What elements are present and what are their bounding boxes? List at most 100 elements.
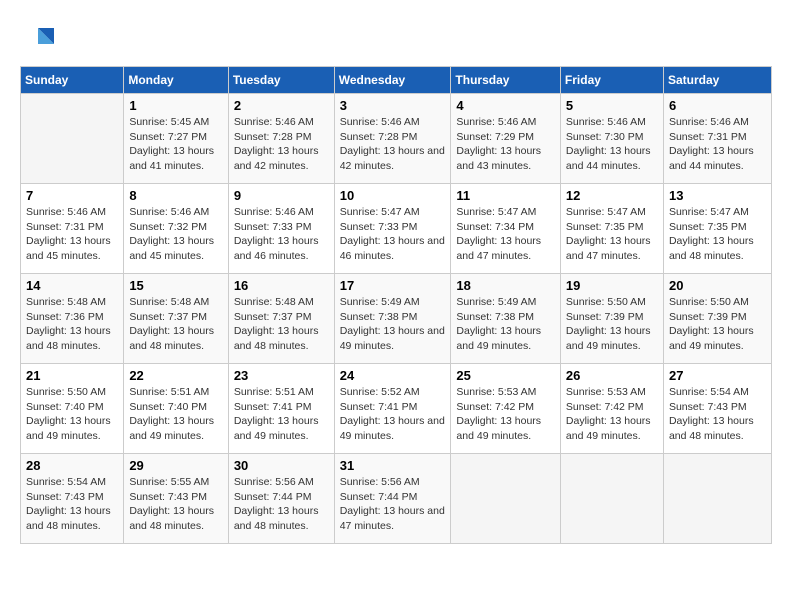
- day-number: 22: [129, 368, 222, 383]
- calendar-cell: 4Sunrise: 5:46 AMSunset: 7:29 PMDaylight…: [451, 94, 561, 184]
- day-number: 19: [566, 278, 658, 293]
- cell-content: Sunrise: 5:46 AMSunset: 7:29 PMDaylight:…: [456, 115, 555, 174]
- cell-content: Sunrise: 5:55 AMSunset: 7:43 PMDaylight:…: [129, 475, 222, 534]
- calendar-cell: 24 Sunrise: 5:52 AMSunset: 7:41 PMDayligh…: [334, 364, 451, 454]
- calendar-cell: 18 Sunrise: 5:49 AMSunset: 7:38 PMDayligh…: [451, 274, 561, 364]
- weekday-header-row: SundayMondayTuesdayWednesdayThursdayFrid…: [21, 67, 772, 94]
- cell-content: Sunrise: 5:53 AMSunset: 7:42 PMDaylight:…: [456, 385, 555, 444]
- day-number: 7: [26, 188, 118, 203]
- weekday-header-friday: Friday: [560, 67, 663, 94]
- day-number: 10: [340, 188, 446, 203]
- cell-content: Sunrise: 5:46 AMSunset: 7:31 PMDaylight:…: [26, 205, 118, 264]
- calendar-cell: [451, 454, 561, 544]
- cell-content: Sunrise: 5:56 AMSunset: 7:44 PMDaylight:…: [340, 475, 446, 534]
- cell-content: Sunrise: 5:50 AMSunset: 7:39 PMDaylight:…: [566, 295, 658, 354]
- day-number: 1: [129, 98, 222, 113]
- logo-icon: [24, 20, 60, 56]
- day-number: 24: [340, 368, 446, 383]
- calendar-cell: 16 Sunrise: 5:48 AMSunset: 7:37 PMDayligh…: [228, 274, 334, 364]
- logo: [20, 20, 60, 56]
- day-number: 17: [340, 278, 446, 293]
- cell-content: Sunrise: 5:56 AMSunset: 7:44 PMDaylight:…: [234, 475, 329, 534]
- calendar-cell: 29Sunrise: 5:55 AMSunset: 7:43 PMDayligh…: [124, 454, 228, 544]
- day-number: 12: [566, 188, 658, 203]
- day-number: 21: [26, 368, 118, 383]
- calendar-table: SundayMondayTuesdayWednesdayThursdayFrid…: [20, 66, 772, 544]
- weekday-header-monday: Monday: [124, 67, 228, 94]
- calendar-cell: 23Sunrise: 5:51 AMSunset: 7:41 PMDayligh…: [228, 364, 334, 454]
- calendar-cell: 12 Sunrise: 5:47 AMSunset: 7:35 PMDayligh…: [560, 184, 663, 274]
- day-number: 5: [566, 98, 658, 113]
- day-number: 6: [669, 98, 766, 113]
- cell-content: Sunrise: 5:46 AMSunset: 7:30 PMDaylight:…: [566, 115, 658, 174]
- cell-content: Sunrise: 5:51 AMSunset: 7:40 PMDaylight:…: [129, 385, 222, 444]
- calendar-cell: 7 Sunrise: 5:46 AMSunset: 7:31 PMDaylight…: [21, 184, 124, 274]
- cell-content: Sunrise: 5:47 AMSunset: 7:35 PMDaylight:…: [566, 205, 658, 264]
- day-number: 18: [456, 278, 555, 293]
- day-number: 28: [26, 458, 118, 473]
- day-number: 3: [340, 98, 446, 113]
- calendar-cell: 22 Sunrise: 5:51 AMSunset: 7:40 PMDayligh…: [124, 364, 228, 454]
- calendar-week-row: 1 Sunrise: 5:45 AMSunset: 7:27 PMDaylight…: [21, 94, 772, 184]
- cell-content: Sunrise: 5:54 AMSunset: 7:43 PMDaylight:…: [26, 475, 118, 534]
- calendar-cell: 28 Sunrise: 5:54 AMSunset: 7:43 PMDayligh…: [21, 454, 124, 544]
- day-number: 2: [234, 98, 329, 113]
- calendar-cell: 11Sunrise: 5:47 AMSunset: 7:34 PMDayligh…: [451, 184, 561, 274]
- weekday-header-thursday: Thursday: [451, 67, 561, 94]
- calendar-cell: 3 Sunrise: 5:46 AMSunset: 7:28 PMDaylight…: [334, 94, 451, 184]
- cell-content: Sunrise: 5:50 AMSunset: 7:39 PMDaylight:…: [669, 295, 766, 354]
- day-number: 25: [456, 368, 555, 383]
- day-number: 14: [26, 278, 118, 293]
- calendar-cell: 13Sunrise: 5:47 AMSunset: 7:35 PMDayligh…: [663, 184, 771, 274]
- calendar-cell: [21, 94, 124, 184]
- calendar-cell: 30 Sunrise: 5:56 AMSunset: 7:44 PMDayligh…: [228, 454, 334, 544]
- cell-content: Sunrise: 5:49 AMSunset: 7:38 PMDaylight:…: [456, 295, 555, 354]
- cell-content: Sunrise: 5:45 AMSunset: 7:27 PMDaylight:…: [129, 115, 222, 174]
- weekday-header-sunday: Sunday: [21, 67, 124, 94]
- calendar-cell: 27Sunrise: 5:54 AMSunset: 7:43 PMDayligh…: [663, 364, 771, 454]
- cell-content: Sunrise: 5:50 AMSunset: 7:40 PMDaylight:…: [26, 385, 118, 444]
- weekday-header-tuesday: Tuesday: [228, 67, 334, 94]
- cell-content: Sunrise: 5:51 AMSunset: 7:41 PMDaylight:…: [234, 385, 329, 444]
- calendar-cell: 25 Sunrise: 5:53 AMSunset: 7:42 PMDayligh…: [451, 364, 561, 454]
- day-number: 30: [234, 458, 329, 473]
- calendar-cell: [663, 454, 771, 544]
- day-number: 16: [234, 278, 329, 293]
- day-number: 15: [129, 278, 222, 293]
- day-number: 11: [456, 188, 555, 203]
- cell-content: Sunrise: 5:46 AMSunset: 7:28 PMDaylight:…: [340, 115, 446, 174]
- calendar-week-row: 28 Sunrise: 5:54 AMSunset: 7:43 PMDayligh…: [21, 454, 772, 544]
- calendar-week-row: 14 Sunrise: 5:48 AMSunset: 7:36 PMDayligh…: [21, 274, 772, 364]
- calendar-cell: 1 Sunrise: 5:45 AMSunset: 7:27 PMDaylight…: [124, 94, 228, 184]
- calendar-cell: [560, 454, 663, 544]
- calendar-cell: 9 Sunrise: 5:46 AMSunset: 7:33 PMDaylight…: [228, 184, 334, 274]
- calendar-cell: 5 Sunrise: 5:46 AMSunset: 7:30 PMDaylight…: [560, 94, 663, 184]
- cell-content: Sunrise: 5:47 AMSunset: 7:33 PMDaylight:…: [340, 205, 446, 264]
- calendar-cell: 20 Sunrise: 5:50 AMSunset: 7:39 PMDayligh…: [663, 274, 771, 364]
- calendar-cell: 15 Sunrise: 5:48 AMSunset: 7:37 PMDayligh…: [124, 274, 228, 364]
- cell-content: Sunrise: 5:48 AMSunset: 7:37 PMDaylight:…: [234, 295, 329, 354]
- weekday-header-wednesday: Wednesday: [334, 67, 451, 94]
- cell-content: Sunrise: 5:54 AMSunset: 7:43 PMDaylight:…: [669, 385, 766, 444]
- calendar-cell: 26 Sunrise: 5:53 AMSunset: 7:42 PMDayligh…: [560, 364, 663, 454]
- weekday-header-saturday: Saturday: [663, 67, 771, 94]
- cell-content: Sunrise: 5:46 AMSunset: 7:32 PMDaylight:…: [129, 205, 222, 264]
- cell-content: Sunrise: 5:52 AMSunset: 7:41 PMDaylight:…: [340, 385, 446, 444]
- day-number: 20: [669, 278, 766, 293]
- cell-content: Sunrise: 5:49 AMSunset: 7:38 PMDaylight:…: [340, 295, 446, 354]
- cell-content: Sunrise: 5:53 AMSunset: 7:42 PMDaylight:…: [566, 385, 658, 444]
- calendar-week-row: 21 Sunrise: 5:50 AMSunset: 7:40 PMDayligh…: [21, 364, 772, 454]
- calendar-cell: 17 Sunrise: 5:49 AMSunset: 7:38 PMDayligh…: [334, 274, 451, 364]
- page-header: [20, 20, 772, 56]
- cell-content: Sunrise: 5:48 AMSunset: 7:36 PMDaylight:…: [26, 295, 118, 354]
- calendar-cell: 8 Sunrise: 5:46 AMSunset: 7:32 PMDaylight…: [124, 184, 228, 274]
- calendar-cell: 19 Sunrise: 5:50 AMSunset: 7:39 PMDayligh…: [560, 274, 663, 364]
- calendar-cell: 10 Sunrise: 5:47 AMSunset: 7:33 PMDayligh…: [334, 184, 451, 274]
- cell-content: Sunrise: 5:46 AMSunset: 7:33 PMDaylight:…: [234, 205, 329, 264]
- day-number: 8: [129, 188, 222, 203]
- day-number: 9: [234, 188, 329, 203]
- cell-content: Sunrise: 5:48 AMSunset: 7:37 PMDaylight:…: [129, 295, 222, 354]
- cell-content: Sunrise: 5:46 AMSunset: 7:28 PMDaylight:…: [234, 115, 329, 174]
- cell-content: Sunrise: 5:47 AMSunset: 7:35 PMDaylight:…: [669, 205, 766, 264]
- day-number: 26: [566, 368, 658, 383]
